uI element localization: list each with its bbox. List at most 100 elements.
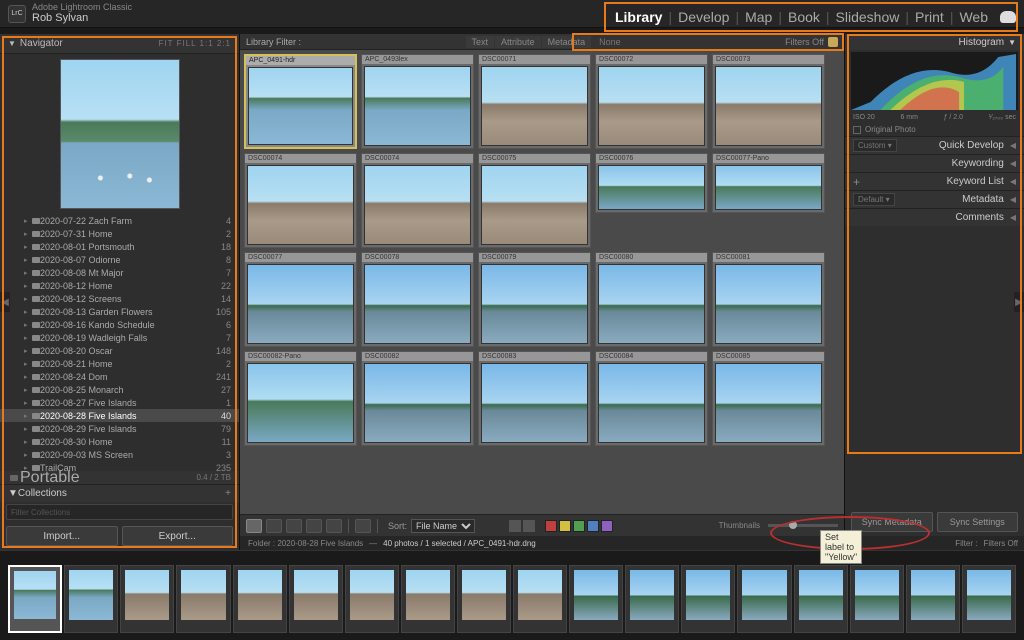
filter-lock-icon[interactable] bbox=[828, 37, 838, 47]
grid-cell[interactable]: DSC00072 bbox=[595, 54, 708, 149]
grid-cell[interactable]: DSC00083 bbox=[478, 351, 591, 446]
navigator-preview[interactable] bbox=[0, 54, 239, 214]
grid-cell[interactable]: APC_0491-hdr bbox=[244, 54, 357, 149]
filmstrip-thumbs[interactable] bbox=[0, 563, 1024, 635]
filter-tab-metadata[interactable]: Metadata bbox=[542, 36, 592, 48]
grid-cell[interactable]: DSC00074 bbox=[244, 153, 357, 248]
panel-metadata[interactable]: Default ▾Metadata◀ bbox=[845, 190, 1024, 208]
filmstrip-cell[interactable] bbox=[962, 565, 1016, 633]
folder-row[interactable]: ▸2020-08-20 Oscar148 bbox=[0, 344, 239, 357]
compare-view-button[interactable] bbox=[286, 519, 302, 533]
grid-view-button[interactable] bbox=[246, 519, 262, 533]
flag-reject[interactable] bbox=[523, 520, 535, 532]
folder-row[interactable]: ▸2020-08-25 Monarch27 bbox=[0, 383, 239, 396]
expand-icon[interactable]: ▸ bbox=[24, 373, 28, 381]
panel-quick-develop[interactable]: Custom ▾Quick Develop◀ bbox=[845, 136, 1024, 154]
filter-collections-input[interactable]: Filter Collections bbox=[6, 504, 233, 520]
folder-row[interactable]: ▸2020-08-21 Home2 bbox=[0, 357, 239, 370]
folder-row[interactable]: ▸2020-07-31 Home2 bbox=[0, 227, 239, 240]
sort-select[interactable]: File Name bbox=[411, 519, 475, 533]
right-panel-toggle[interactable]: ▶ bbox=[1014, 292, 1024, 312]
grid-cell[interactable]: DSC00077-Pano bbox=[712, 153, 825, 213]
folder-row[interactable]: ▸2020-08-01 Portsmouth18 bbox=[0, 240, 239, 253]
expand-icon[interactable]: ▸ bbox=[24, 269, 28, 277]
grid-cell[interactable]: DSC00077 bbox=[244, 252, 357, 347]
filter-value[interactable]: Filters Off bbox=[983, 539, 1018, 548]
folder-row[interactable]: ▸2020-08-24 Dom241 bbox=[0, 370, 239, 383]
export-button[interactable]: Export... bbox=[122, 526, 234, 546]
original-photo-toggle[interactable]: Original Photo bbox=[845, 123, 1024, 136]
cloud-sync-icon[interactable] bbox=[1000, 11, 1016, 23]
loupe-view-button[interactable] bbox=[266, 519, 282, 533]
import-button[interactable]: Import... bbox=[6, 526, 118, 546]
histogram-header[interactable]: Histogram ▼ bbox=[845, 34, 1024, 50]
expand-icon[interactable]: ▸ bbox=[24, 308, 28, 316]
expand-icon[interactable]: ▸ bbox=[24, 425, 28, 433]
filmstrip-cell[interactable] bbox=[8, 565, 62, 633]
expand-icon[interactable]: ▸ bbox=[24, 386, 28, 394]
filmstrip-cell[interactable] bbox=[289, 565, 343, 633]
expand-icon[interactable]: ▸ bbox=[24, 282, 28, 290]
panel-keywording[interactable]: Keywording◀ bbox=[845, 154, 1024, 172]
grid-cell[interactable]: DSC00085 bbox=[712, 351, 825, 446]
module-slideshow[interactable]: Slideshow bbox=[830, 9, 906, 25]
left-panel-toggle[interactable]: ◀ bbox=[0, 292, 10, 312]
filter-none[interactable]: None bbox=[599, 37, 621, 47]
module-map[interactable]: Map bbox=[739, 9, 778, 25]
color-label-purple[interactable] bbox=[601, 520, 613, 532]
filmstrip-cell[interactable] bbox=[625, 565, 679, 633]
folder-row[interactable]: ▸2020-08-29 Five Islands79 bbox=[0, 422, 239, 435]
panel-comments[interactable]: Comments◀ bbox=[845, 208, 1024, 226]
folder-row[interactable]: ▸2020-08-07 Odiorne8 bbox=[0, 253, 239, 266]
expand-icon[interactable]: ▸ bbox=[24, 451, 28, 459]
flag-pick[interactable] bbox=[509, 520, 521, 532]
folder-row[interactable]: ▸2020-08-12 Home22 bbox=[0, 279, 239, 292]
filmstrip-cell[interactable] bbox=[850, 565, 904, 633]
folder-row[interactable]: ▸2020-08-13 Garden Flowers105 bbox=[0, 305, 239, 318]
filmstrip-cell[interactable] bbox=[681, 565, 735, 633]
survey-view-button[interactable] bbox=[306, 519, 322, 533]
preset-select[interactable]: Custom ▾ bbox=[853, 139, 897, 152]
preset-select[interactable]: Default ▾ bbox=[853, 193, 895, 206]
filmstrip-cell[interactable] bbox=[401, 565, 455, 633]
expand-icon[interactable]: ▸ bbox=[24, 399, 28, 407]
navigator-header[interactable]: ▼ Navigator FIT FILL 1:1 2:1 bbox=[0, 34, 239, 54]
filmstrip-cell[interactable] bbox=[737, 565, 791, 633]
grid-cell[interactable]: DSC00078 bbox=[361, 252, 474, 347]
filmstrip-cell[interactable] bbox=[176, 565, 230, 633]
thumbnail-grid[interactable]: APC_0491-hdrAPC_0493lexDSC00071DSC00072D… bbox=[240, 50, 844, 514]
filmstrip-cell[interactable] bbox=[345, 565, 399, 633]
grid-cell[interactable]: DSC00084 bbox=[595, 351, 708, 446]
folder-row[interactable]: ▸2020-08-28 Five Islands40 bbox=[0, 409, 239, 422]
filmstrip-cell[interactable] bbox=[794, 565, 848, 633]
grid-cell[interactable]: DSC00074 bbox=[361, 153, 474, 248]
module-book[interactable]: Book bbox=[782, 9, 826, 25]
folder-row[interactable]: ▸2020-08-27 Five Islands1 bbox=[0, 396, 239, 409]
color-label-blue[interactable] bbox=[587, 520, 599, 532]
sync-settings-button[interactable]: Sync Settings bbox=[937, 512, 1019, 532]
filmstrip-cell[interactable] bbox=[233, 565, 287, 633]
grid-cell[interactable]: DSC00079 bbox=[478, 252, 591, 347]
painter-tool-button[interactable] bbox=[355, 519, 371, 533]
folder-row[interactable]: ▸2020-08-30 Home11 bbox=[0, 435, 239, 448]
device-row[interactable]: Portable 0.4 / 2 TB bbox=[0, 471, 239, 484]
collections-header[interactable]: ▼ Collections + bbox=[0, 484, 239, 502]
color-label-yellow[interactable] bbox=[559, 520, 571, 532]
expand-icon[interactable]: ▸ bbox=[24, 360, 28, 368]
expand-icon[interactable]: ▸ bbox=[24, 347, 28, 355]
expand-icon[interactable]: ▸ bbox=[24, 256, 28, 264]
navigator-zoom-modes[interactable]: FIT FILL 1:1 2:1 bbox=[159, 39, 231, 48]
module-library[interactable]: Library bbox=[609, 9, 668, 25]
panel-keyword-list[interactable]: +Keyword List◀ bbox=[845, 172, 1024, 190]
grid-cell[interactable]: DSC00082-Pano bbox=[244, 351, 357, 446]
filmstrip-cell[interactable] bbox=[120, 565, 174, 633]
sync-metadata-button[interactable]: Sync Metadata bbox=[851, 512, 933, 532]
add-icon[interactable]: + bbox=[853, 175, 860, 189]
folder-row[interactable]: ▸2020-07-22 Zach Farm4 bbox=[0, 214, 239, 227]
expand-icon[interactable]: ▸ bbox=[24, 217, 28, 225]
people-view-button[interactable] bbox=[326, 519, 342, 533]
module-develop[interactable]: Develop bbox=[672, 9, 735, 25]
filter-tab-attribute[interactable]: Attribute bbox=[495, 36, 541, 48]
filmstrip-cell[interactable] bbox=[569, 565, 623, 633]
thumbnail-size-slider[interactable] bbox=[768, 524, 838, 527]
